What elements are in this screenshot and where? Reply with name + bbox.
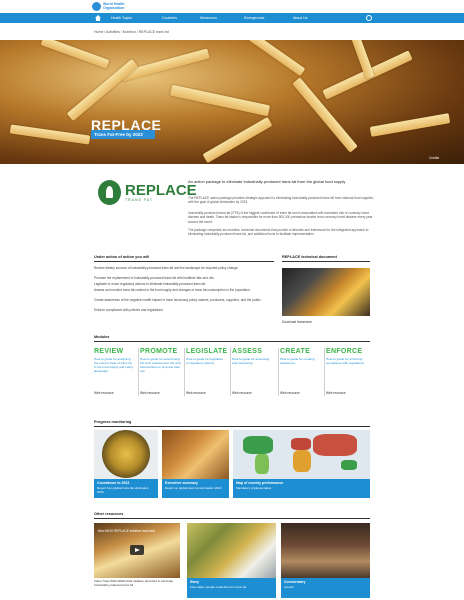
module-review-text: How-to guide for analysing the current s… [94,357,134,373]
world-map-image[interactable] [233,430,370,479]
hero-subtitle: Trans Fat-Free by 2023 [91,130,155,139]
list-item: Legislate or enact regulatory actions to… [94,282,206,286]
breadcrumb[interactable]: Home / Activities / Nutrition / REPLACE … [94,30,169,34]
countdown-card[interactable]: Countdown to 2023 Report from global tra… [94,479,158,498]
card-desc: Report on global trans fat elimination 2… [165,485,222,490]
replace-logo-word: REPLACE [125,182,197,199]
download-link[interactable]: Download framework [282,320,312,324]
story-card[interactable]: Story Five million people could die from… [187,578,276,598]
resources-title: Other resources [94,512,124,516]
divider [94,341,370,342]
commentary-card[interactable]: Commentary Launch [281,578,370,598]
module-enforce-link[interactable]: Web resource [326,391,346,395]
list-item: Enforce compliance with policies and reg… [94,308,164,312]
top-bar: World Health Organization [0,0,464,13]
list-item: Promote the replacement of industrially-… [94,276,215,280]
intro-paragraph: The package comprises six modules, techn… [188,228,369,237]
module-assess-text: How-to guide for assessing and monitorin… [232,357,270,365]
nav-item-countries[interactable]: Countries [162,16,192,20]
list-item: Review dietary sources of industrially-p… [94,266,239,270]
module-legislate-title[interactable]: LEGISLATE [186,348,227,355]
intro-headline: An action package to eliminate industria… [188,179,346,184]
replace-logo: REPLACE TRANS FAT [98,180,197,205]
play-icon[interactable] [130,545,144,555]
module-legislate-text: How-to guide for legislative or regulato… [186,357,224,365]
divider [282,261,370,262]
module-promote-text: How-to guide for determining the best re… [140,357,181,373]
story-card-image[interactable] [187,523,276,578]
card-desc: Report from global trans fat elimination… [97,485,149,494]
org-name: World Health Organization [103,1,125,10]
module-create-link[interactable]: Web resource [280,391,300,395]
module-assess-title[interactable]: ASSESS [232,348,262,355]
nav-item-emergencies[interactable]: Emergencies [244,16,278,20]
nav-item-newsroom[interactable]: Newsroom [200,16,230,20]
divider [94,261,274,262]
module-promote-link[interactable]: Web resource [140,391,160,395]
module-assess-link[interactable]: Web resource [232,391,252,395]
intro-paragraph: Industrially-produced trans-fat (iTFA) i… [188,211,373,224]
modules-title: Modules [94,335,110,339]
list-item: Assess and monitor trans fat content in … [94,288,251,292]
nav-item-about[interactable]: About Us [293,16,321,20]
hero-banner [0,40,464,164]
nav-item-health-topics[interactable]: Health Topics [111,16,155,20]
main-nav: Health Topics Countries Newsroom Emergen… [0,13,464,23]
card-desc: Launch [284,584,294,589]
divider [94,426,370,427]
search-icon[interactable] [366,15,372,21]
module-review-title[interactable]: REVIEW [94,348,123,355]
module-create-title[interactable]: CREATE [280,348,310,355]
summary-card-image[interactable] [162,430,229,479]
list-item: Create awareness of the negative health … [94,298,262,302]
summary-card[interactable]: Executive summary Report on global trans… [162,479,229,498]
countdown-card-image[interactable] [94,430,158,479]
monitoring-title: Progress monitoring [94,420,132,424]
commentary-card-image[interactable] [281,523,370,578]
tech-doc-title: REPLACE technical document [282,255,337,259]
intro-paragraph: The REPLACE action package provides stra… [188,196,374,205]
video-title: New WHO REPLACE initiative launched [98,529,156,533]
find-title: Under action of action you will [94,255,150,259]
tech-doc-image[interactable] [282,268,370,316]
hero-credit[interactable]: Credits [429,156,439,160]
module-promote-title[interactable]: PROMOTE [140,348,178,355]
module-legislate-link[interactable]: Web resource [186,391,206,395]
module-enforce-title[interactable]: ENFORCE [326,348,362,355]
module-create-text: How-to guide for creating awareness [280,357,315,365]
leaf-icon [98,180,121,205]
home-icon[interactable] [95,15,101,21]
globe-icon [92,2,101,11]
video-caption[interactable]: Video: New WHO REPLACE initiative launch… [94,579,180,588]
divider [94,518,370,519]
page: World Health Organization Health Topics … [0,0,464,600]
card-desc: Mandatory implementation [236,485,272,490]
who-logo[interactable]: World Health Organization [92,2,127,11]
module-enforce-text: How-to guide for enforcing compliance wi… [326,357,365,365]
map-card[interactable]: Map of country performance Mandatory imp… [233,479,370,498]
card-desc: Five million people could die from trans… [190,584,247,589]
module-review-link[interactable]: Web resource [94,391,114,395]
